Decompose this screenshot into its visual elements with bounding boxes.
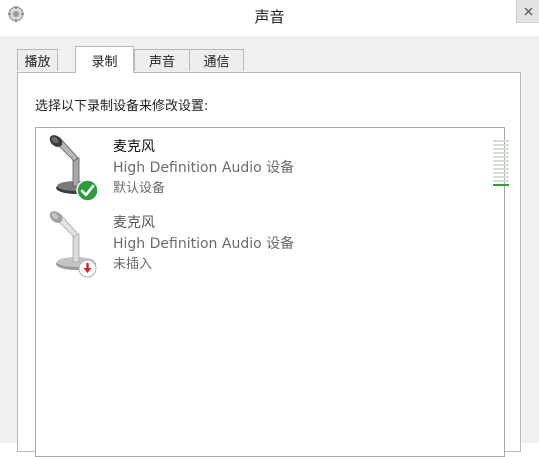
level-segment — [493, 156, 509, 158]
level-segment — [493, 152, 509, 154]
unplugged-icon — [78, 259, 97, 278]
checkmark-icon — [76, 179, 99, 202]
device-status: 未插入 — [113, 257, 153, 272]
device-description: High Definition Audio 设备 — [113, 236, 295, 252]
level-segment — [493, 176, 509, 178]
dialog-client-area: 播放 录制 声音 通信 选择以下录制设备来修改设置: 麦克风 High Defi… — [0, 36, 539, 457]
device-name: 麦克风 — [113, 215, 155, 231]
level-segment — [493, 160, 509, 162]
input-level-meter — [493, 140, 511, 190]
recording-device-list[interactable]: 麦克风 High Definition Audio 设备 默认设备 麦克风 Hi… — [35, 127, 509, 457]
list-item-microphone-unplugged[interactable]: 麦克风 High Definition Audio 设备 未插入 — [36, 210, 504, 280]
level-segment — [493, 144, 509, 146]
tab-recording[interactable]: 录制 — [75, 46, 134, 73]
instruction-text: 选择以下录制设备来修改设置: — [35, 99, 209, 114]
title-bar: 声音 — [0, 0, 539, 36]
tab-sounds[interactable]: 声音 — [134, 49, 190, 71]
recording-tab-panel: 选择以下录制设备来修改设置: 麦克风 High Definition Audio… — [17, 72, 521, 457]
level-segment — [493, 180, 509, 182]
tab-playback[interactable]: 播放 — [17, 49, 58, 71]
device-name: 麦克风 — [113, 139, 155, 155]
tab-communications[interactable]: 通信 — [189, 49, 244, 71]
device-description: High Definition Audio 设备 — [113, 160, 295, 176]
window-title: 声音 — [254, 8, 285, 26]
level-segment — [493, 164, 509, 166]
level-segment — [493, 140, 509, 142]
close-button[interactable] — [516, 0, 539, 23]
level-segment — [493, 168, 509, 170]
level-segment — [493, 148, 509, 150]
list-item-microphone-default[interactable]: 麦克风 High Definition Audio 设备 默认设备 — [36, 134, 509, 204]
level-segment — [493, 172, 509, 174]
level-segment — [493, 184, 509, 186]
device-status: 默认设备 — [113, 181, 166, 196]
close-icon — [524, 7, 533, 15]
